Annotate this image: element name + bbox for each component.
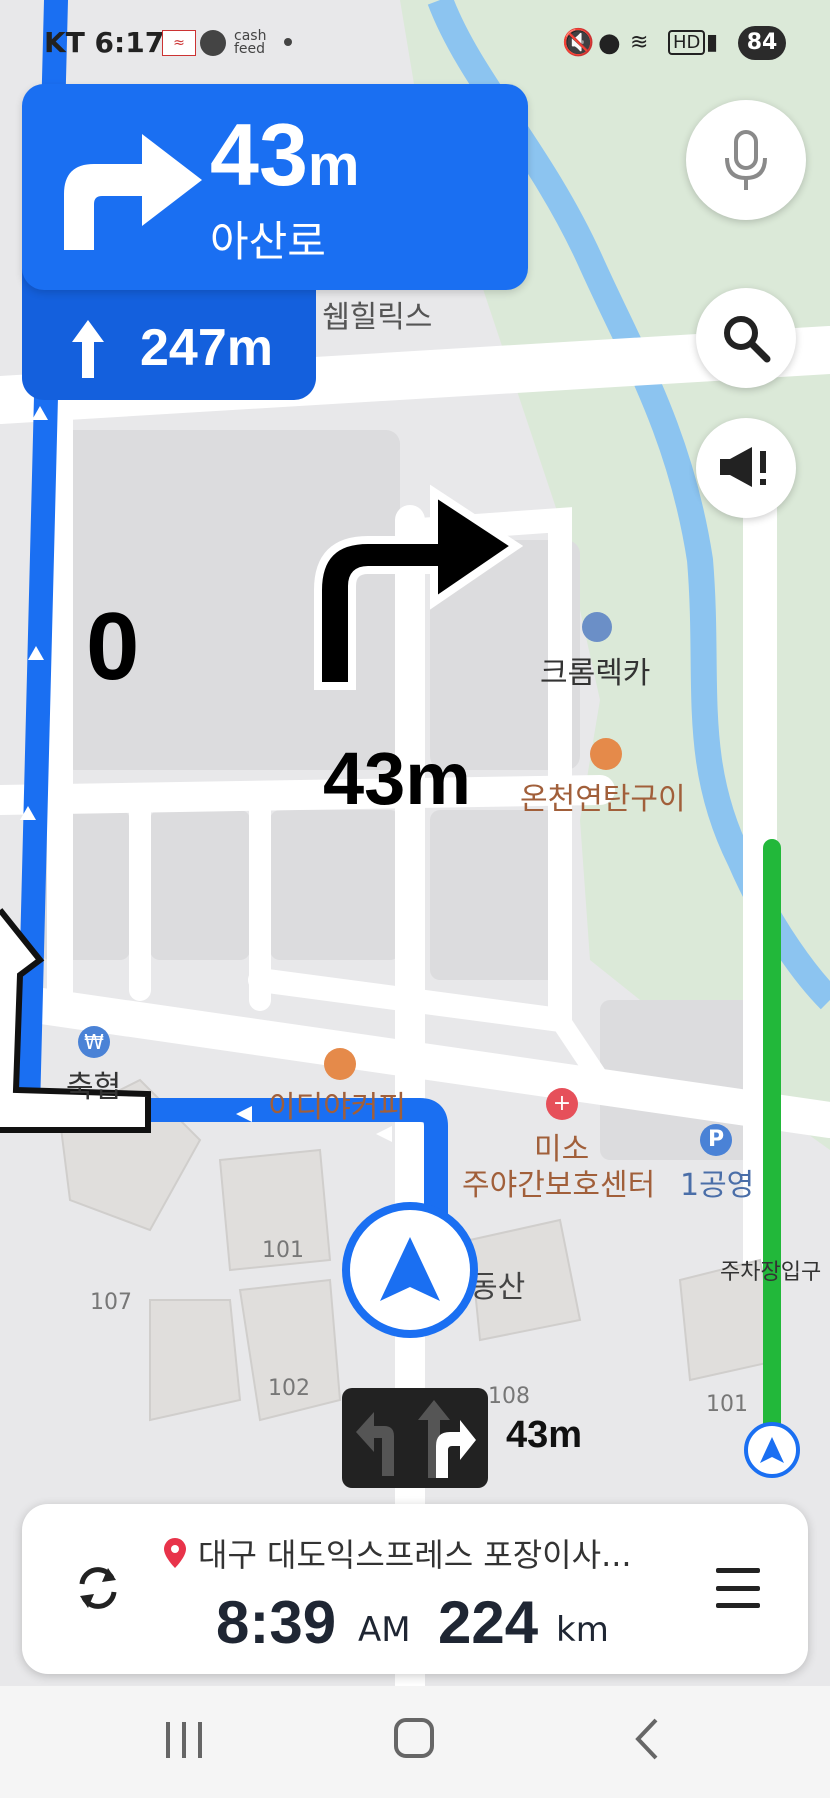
wifi-icon: ≋ xyxy=(630,30,649,55)
map-label-nh[interactable]: 축협 xyxy=(66,1062,121,1106)
microphone-icon xyxy=(725,130,767,190)
app-notification-icon: ≈ xyxy=(162,30,196,56)
house-number: 101 xyxy=(706,1392,748,1417)
turn-right-icon xyxy=(64,134,202,250)
navigation-arrow-icon xyxy=(380,1237,440,1301)
reroute-button[interactable] xyxy=(66,1556,130,1620)
map-label-chromeca[interactable]: 크롬렉카 xyxy=(540,648,650,692)
back-button[interactable] xyxy=(632,1716,662,1762)
signal-icon: ▮ xyxy=(706,30,719,55)
parking-poi-icon: P xyxy=(700,1124,732,1156)
carrier-time: KT 6:17 xyxy=(44,26,165,59)
search-icon xyxy=(724,316,771,363)
hud-turn-distance: 43m xyxy=(323,737,472,820)
map-label-dongsan: 동산 xyxy=(470,1270,526,1305)
system-navigation-bar xyxy=(0,1686,830,1798)
recent-apps-button[interactable] xyxy=(166,1722,202,1758)
menu-button[interactable] xyxy=(712,1562,764,1614)
maneuver-distance: 43m xyxy=(210,110,359,211)
mute-icon: 🔇 xyxy=(562,28,595,58)
location-pin-icon xyxy=(164,1538,186,1568)
remaining-distance-unit: km xyxy=(556,1610,609,1650)
maneuver-road-name: 아산로 xyxy=(210,217,326,266)
map-label-miso-center[interactable]: 주야간보호센터 xyxy=(462,1160,655,1204)
status-bar: KT 6:17 ≈ cash feed 🔇 ● ≋ HD ▮ 84 xyxy=(0,0,830,86)
house-number: 102 xyxy=(268,1376,310,1401)
bank-poi-icon: ₩ xyxy=(78,1026,110,1058)
building-poi-icon xyxy=(582,612,612,642)
next-maneuver-distance: 247m xyxy=(140,319,273,377)
cafe-poi-icon xyxy=(324,1048,356,1080)
search-button[interactable] xyxy=(696,288,796,388)
maneuver-card[interactable]: 43m 아산로 xyxy=(22,84,528,290)
hospital-poi-icon: + xyxy=(546,1088,578,1120)
map-label-oncheon[interactable]: 온천연탄구이 xyxy=(520,774,686,818)
menu-icon xyxy=(716,1568,760,1573)
more-notifications-dot xyxy=(284,38,292,46)
house-number: 107 xyxy=(90,1290,132,1315)
house-number: 108 xyxy=(488,1384,530,1409)
current-speed: 0 xyxy=(86,593,140,700)
remaining-distance: 224 xyxy=(438,1589,539,1656)
house-number: 101 xyxy=(262,1238,304,1263)
trip-summary-card[interactable]: 대구 대도익스프레스 포장이사... 8:39 AM 224 km xyxy=(22,1504,808,1674)
maneuver-distance-value: 43 xyxy=(210,105,308,204)
voice-button[interactable] xyxy=(686,100,806,220)
map-label-parking-entrance: 주차장입구 xyxy=(720,1260,822,1285)
battery-indicator: 84 xyxy=(738,26,786,60)
map-label-wellhills: 쉡힐릭스 xyxy=(322,300,433,335)
megaphone-icon xyxy=(720,447,766,487)
map-label-ediya[interactable]: 이디야커피 xyxy=(268,1082,406,1126)
progress-position-marker xyxy=(744,1422,800,1478)
home-button[interactable] xyxy=(394,1718,434,1758)
current-location-marker xyxy=(342,1202,478,1338)
location-icon: ● xyxy=(598,28,621,58)
lane-left-turn-icon xyxy=(356,1412,394,1476)
maneuver-distance-unit: m xyxy=(307,133,360,198)
refresh-icon xyxy=(79,1567,117,1609)
straight-arrow-icon xyxy=(72,320,104,378)
eta-ampm: AM xyxy=(358,1610,411,1650)
lane-straight-right-icon xyxy=(418,1400,476,1478)
restaurant-poi-icon xyxy=(590,738,622,770)
car-notification-icon xyxy=(200,30,226,56)
cashfeed-icon: cash feed xyxy=(234,28,267,57)
lane-guidance-distance: 43m xyxy=(506,1414,583,1456)
map-label-parking[interactable]: 1공영 xyxy=(680,1160,754,1204)
report-button[interactable] xyxy=(696,418,796,518)
eta-time: 8:39 xyxy=(216,1589,337,1656)
hd-icon: HD xyxy=(668,30,706,55)
destination-name[interactable]: 대구 대도익스프레스 포장이사... xyxy=(198,1530,632,1576)
lane-guidance xyxy=(342,1388,488,1488)
navigation-arrow-icon xyxy=(760,1437,784,1463)
